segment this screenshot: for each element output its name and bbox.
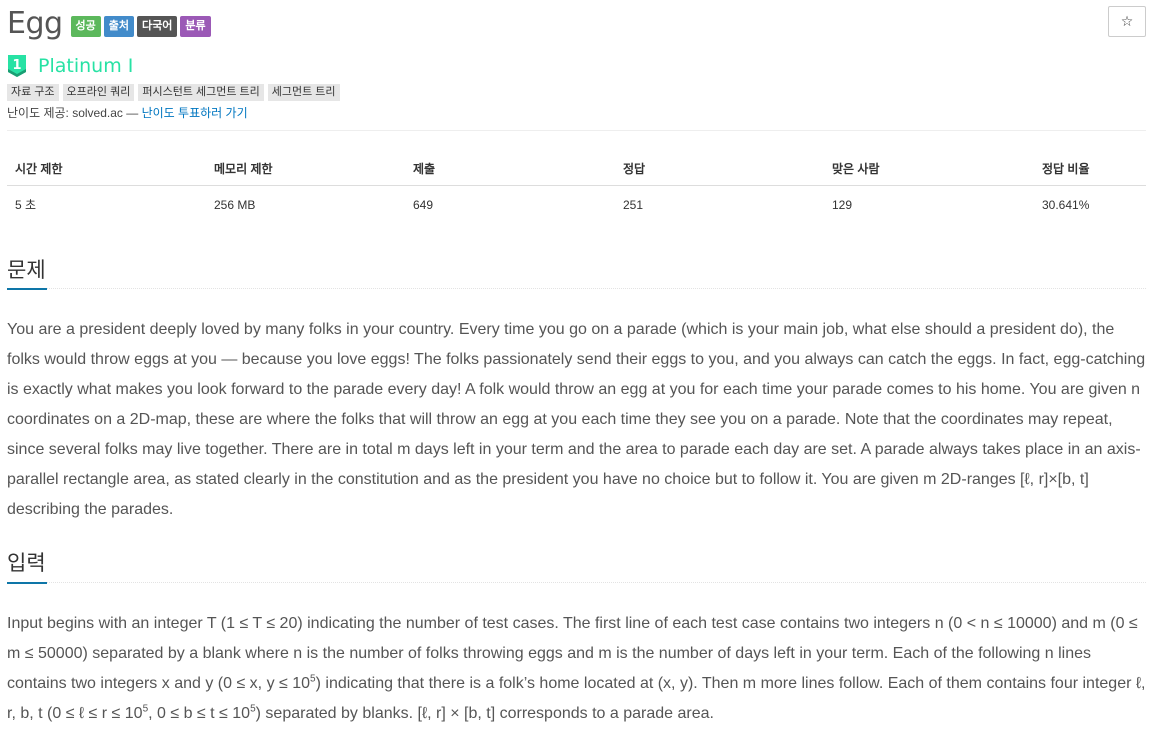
input-text-part: ) separated by blanks. [ℓ, r] × [b, t] c…	[255, 705, 714, 722]
badge-source[interactable]: 출처	[103, 16, 135, 37]
header-accepted: 정답	[615, 152, 824, 186]
header-time-limit: 시간 제한	[7, 152, 206, 186]
submissions-value[interactable]: 649	[405, 186, 615, 224]
problem-header: Egg 성공 출처 다국어 분류	[7, 6, 214, 41]
problem-description: You are a president deeply loved by many…	[7, 321, 1146, 518]
input-section-heading: 입력	[7, 551, 46, 575]
input-text-part: , 0 ≤ b ≤ t ≤ 10	[148, 705, 251, 722]
header-submissions: 제출	[405, 152, 615, 186]
difficulty-provider: 난이도 제공: solved.ac — 난이도 투표하러 가기	[7, 104, 248, 121]
stats-header-row: 시간 제한 메모리 제한 제출 정답 맞은 사람 정답 비율	[7, 152, 1146, 186]
tag-persistent-segment-tree[interactable]: 퍼시스턴트 세그먼트 트리	[138, 84, 264, 101]
badge-category[interactable]: 분류	[180, 16, 211, 37]
badge-success[interactable]: 성공	[70, 16, 101, 37]
section-divider	[7, 582, 1146, 583]
stats-row: 5 초 256 MB 649 251 129 30.641%	[7, 186, 1146, 224]
divider	[7, 130, 1146, 131]
tier-row: 1 Platinum I	[8, 55, 133, 77]
section-divider	[7, 288, 1146, 289]
page-title: Egg	[7, 6, 63, 41]
memory-limit-value: 256 MB	[214, 197, 256, 212]
algorithm-tags: 자료 구조 오프라인 쿼리 퍼시스턴트 세그먼트 트리 세그먼트 트리	[7, 84, 344, 101]
section-underline	[7, 288, 47, 290]
header-memory-limit: 메모리 제한	[206, 152, 405, 186]
header-accuracy: 정답 비율	[1034, 152, 1146, 186]
accuracy-value: 30.641%	[1042, 197, 1090, 212]
star-icon: ☆	[1120, 13, 1134, 29]
header-solved-users: 맞은 사람	[824, 152, 1034, 186]
tag-segment-tree[interactable]: 세그먼트 트리	[267, 84, 340, 101]
difficulty-provider-text: 난이도 제공: solved.ac —	[7, 106, 139, 120]
platinum-tier-icon: 1	[8, 55, 26, 77]
favorite-button[interactable]: ☆	[1108, 6, 1146, 37]
tier-label[interactable]: Platinum I	[38, 55, 133, 77]
tag-data-structure[interactable]: 자료 구조	[7, 84, 59, 101]
difficulty-vote-link[interactable]: 난이도 투표하러 가기	[142, 106, 248, 120]
problem-stats-table: 시간 제한 메모리 제한 제출 정답 맞은 사람 정답 비율 5 초 256 M…	[7, 152, 1146, 223]
input-description: Input begins with an integer T (1 ≤ T ≤ …	[7, 609, 1149, 729]
time-limit-value: 5 초	[15, 198, 37, 212]
solved-users-value[interactable]: 129	[824, 186, 1034, 224]
section-underline	[7, 582, 47, 584]
accepted-value[interactable]: 251	[615, 186, 824, 224]
badge-multilang[interactable]: 다국어	[137, 16, 178, 37]
tier-number: 1	[12, 58, 21, 73]
tag-offline-query[interactable]: 오프라인 쿼리	[62, 84, 135, 101]
problem-section-heading: 문제	[7, 258, 46, 282]
